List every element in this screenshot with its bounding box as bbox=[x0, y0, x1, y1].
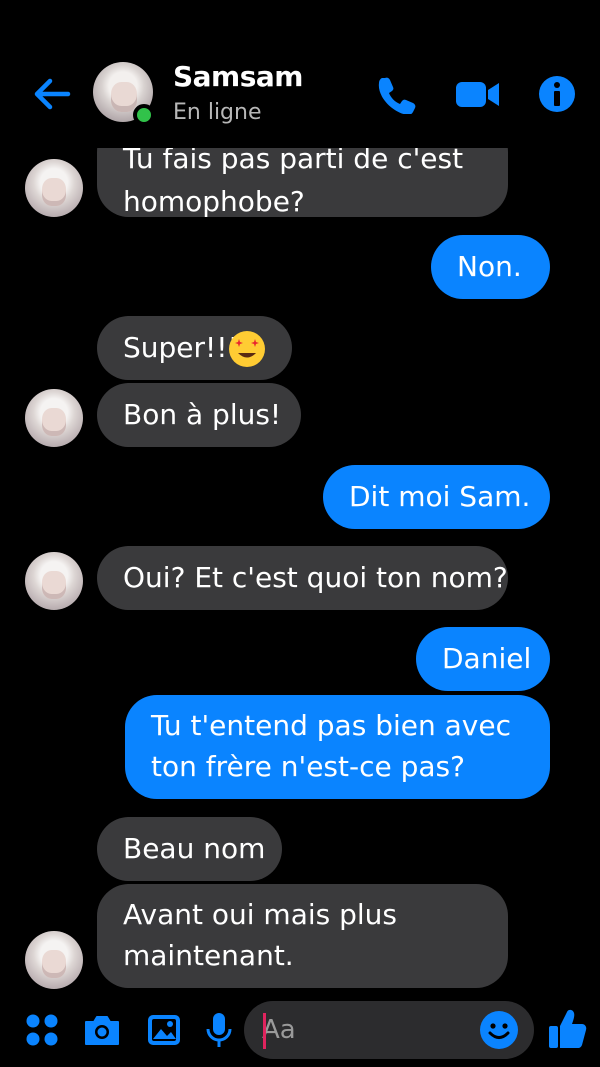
gallery-icon[interactable] bbox=[146, 1010, 182, 1050]
message-text-line: ton frère n'est-ce pas? bbox=[151, 750, 466, 783]
phone-icon[interactable] bbox=[376, 74, 416, 114]
message-text-line: Tu t'entend pas bien avec bbox=[151, 709, 511, 742]
back-arrow-icon[interactable] bbox=[30, 74, 74, 114]
message-incoming[interactable]: Oui? Et c'est quoi ton nom? bbox=[97, 546, 508, 610]
message-text-line: maintenant. bbox=[123, 939, 294, 972]
message-incoming[interactable]: Avant oui mais plus maintenant. bbox=[97, 884, 508, 988]
chat-header: Samsam En ligne bbox=[0, 0, 600, 148]
thumbs-up-icon[interactable] bbox=[547, 1006, 587, 1050]
message-outgoing[interactable]: Dit moi Sam. bbox=[323, 465, 550, 529]
avatar[interactable] bbox=[25, 389, 83, 447]
apps-grid-icon[interactable] bbox=[24, 1010, 60, 1050]
message-text-line: Avant oui mais plus bbox=[123, 898, 398, 931]
message-text: Super!!! bbox=[123, 331, 239, 364]
contact-status: En ligne bbox=[173, 100, 262, 125]
message-outgoing[interactable]: Daniel bbox=[416, 627, 550, 691]
camera-icon[interactable] bbox=[82, 1010, 122, 1050]
info-icon[interactable] bbox=[537, 74, 577, 114]
message-input[interactable] bbox=[262, 1011, 472, 1049]
message-incoming[interactable]: Bon à plus! bbox=[97, 383, 301, 447]
message-outgoing[interactable]: Tu t'entend pas bien avec ton frère n'es… bbox=[125, 695, 550, 799]
avatar[interactable] bbox=[25, 931, 83, 989]
online-indicator bbox=[133, 104, 155, 126]
contact-name[interactable]: Samsam bbox=[173, 60, 303, 93]
emoji-icon[interactable] bbox=[479, 1010, 519, 1050]
message-incoming[interactable]: Beau nom bbox=[97, 817, 282, 881]
microphone-icon[interactable] bbox=[204, 1010, 234, 1050]
avatar[interactable] bbox=[25, 552, 83, 610]
video-camera-icon[interactable] bbox=[454, 74, 502, 114]
message-incoming[interactable]: Super!!! bbox=[97, 316, 292, 380]
avatar[interactable] bbox=[25, 159, 83, 217]
message-feed: Tu fais pas parti de c'est homophobe? No… bbox=[0, 0, 600, 1067]
text-caret bbox=[263, 1013, 266, 1049]
message-outgoing[interactable]: Non. bbox=[431, 235, 550, 299]
star-struck-emoji-icon bbox=[229, 331, 265, 367]
message-text: homophobe? bbox=[123, 185, 305, 218]
